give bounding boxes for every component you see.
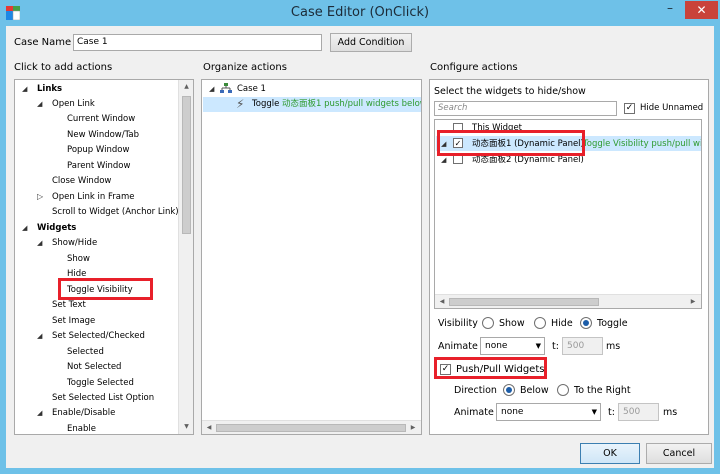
- tree-item-set-selected[interactable]: Set Selected/Checked: [52, 329, 145, 343]
- animate-label: Animate: [438, 341, 478, 352]
- tree-item-open-link-in-frame[interactable]: Open Link in Frame: [52, 190, 134, 204]
- close-button[interactable]: ✕: [685, 1, 718, 19]
- tree-item-current-window[interactable]: Current Window: [67, 112, 135, 126]
- expand-enable-disable-icon[interactable]: ◢: [37, 409, 42, 417]
- scroll-thumb[interactable]: [182, 96, 191, 234]
- expand-show-hide-icon[interactable]: ◢: [37, 239, 42, 247]
- animate2-label: Animate: [454, 407, 494, 418]
- expand-panel2-icon[interactable]: ◢: [441, 156, 446, 164]
- tree-item-scroll-to-widget[interactable]: Scroll to Widget (Anchor Link): [52, 205, 179, 219]
- tree-item-set-image[interactable]: Set Image: [52, 314, 95, 328]
- visibility-toggle-label: Toggle: [597, 318, 628, 329]
- direction-below-label: Below: [520, 385, 549, 396]
- highlight-toggle-visibility: [58, 278, 153, 300]
- ok-button[interactable]: OK: [580, 443, 640, 464]
- hide-unnamed-checkbox[interactable]: ✓: [624, 103, 635, 114]
- animate2-t-label: t:: [608, 407, 615, 418]
- chevron-down-icon: ▼: [535, 342, 541, 350]
- tree-item-open-link[interactable]: Open Link: [52, 97, 95, 111]
- tree-group-links[interactable]: Links: [37, 82, 62, 96]
- visibility-toggle-radio[interactable]: [580, 317, 592, 329]
- expand-links-icon[interactable]: ◢: [22, 85, 27, 93]
- widget-panel1-action: Toggle Visibility push/pull widg: [583, 139, 702, 149]
- direction-below-radio[interactable]: [503, 384, 515, 396]
- lightning-icon: ⚡: [236, 97, 245, 111]
- visibility-show-radio[interactable]: [482, 317, 494, 329]
- scroll-right-icon[interactable]: ▶: [409, 424, 417, 431]
- tree-item-show[interactable]: Show: [67, 252, 90, 266]
- tree-item-show-hide[interactable]: Show/Hide: [52, 236, 97, 250]
- tree-item-toggle-selected[interactable]: Toggle Selected: [67, 376, 134, 390]
- case-name-input[interactable]: Case 1: [73, 34, 322, 51]
- scroll-thumb[interactable]: [216, 424, 406, 432]
- left-vertical-scrollbar[interactable]: ▲ ▼: [178, 80, 193, 434]
- minimize-button[interactable]: –: [657, 1, 683, 19]
- hide-unnamed-label: Hide Unnamed: [640, 103, 704, 113]
- scroll-down-icon[interactable]: ▼: [179, 423, 193, 430]
- scroll-thumb[interactable]: [449, 298, 599, 306]
- case-name-label: Case Name: [14, 37, 72, 48]
- direction-right-radio[interactable]: [557, 384, 569, 396]
- tree-item-selected[interactable]: Selected: [67, 345, 104, 359]
- expand-open-link-icon[interactable]: ◢: [37, 100, 42, 108]
- tree-item-new-window[interactable]: New Window/Tab: [67, 128, 139, 142]
- tree-item-enable-disable[interactable]: Enable/Disable: [52, 406, 115, 420]
- chevron-down-icon: ▼: [591, 408, 597, 416]
- expand-widgets-icon[interactable]: ◢: [22, 224, 27, 232]
- action-target: 动态面板1 push/pull widgets below: [282, 99, 422, 109]
- animate2-select[interactable]: none ▼: [496, 403, 601, 421]
- organize-actions-panel: ◢ Case 1 ⚡ Toggle 动态面板1 push/pull widget…: [201, 79, 422, 435]
- animate-duration-input[interactable]: 500: [562, 337, 603, 355]
- expand-set-selected-icon[interactable]: ◢: [37, 332, 42, 340]
- animate2-duration-input[interactable]: 500: [618, 403, 659, 421]
- tree-group-widgets[interactable]: Widgets: [37, 221, 76, 235]
- tree-item-not-selected[interactable]: Not Selected: [67, 360, 121, 374]
- animate-unit-label: ms: [606, 341, 621, 352]
- case-label[interactable]: Case 1: [237, 82, 266, 96]
- scroll-left-icon[interactable]: ◀: [438, 298, 446, 305]
- scroll-right-icon[interactable]: ▶: [689, 298, 697, 305]
- widget-list-horizontal-scrollbar[interactable]: ◀ ▶: [435, 294, 701, 308]
- tree-item-popup-window[interactable]: Popup Window: [67, 143, 129, 157]
- right-panel-header: Configure actions: [430, 62, 518, 73]
- highlight-push-pull: [434, 357, 547, 379]
- visibility-hide-label: Hide: [551, 318, 573, 329]
- animate2-unit-label: ms: [663, 407, 678, 418]
- tree-item-enable[interactable]: Enable: [67, 422, 96, 434]
- action-row[interactable]: Toggle 动态面板1 push/pull widgets below: [252, 97, 422, 111]
- tree-item-set-text[interactable]: Set Text: [52, 298, 86, 312]
- left-panel-header: Click to add actions: [14, 62, 113, 73]
- highlight-dynamic-panel: [437, 130, 585, 156]
- tree-item-set-selected-list-option[interactable]: Set Selected List Option: [52, 391, 154, 405]
- actions-tree-panel: ◢ Links ◢ Open Link Current Window New W…: [14, 79, 194, 435]
- scroll-up-icon[interactable]: ▲: [179, 83, 193, 90]
- visibility-hide-radio[interactable]: [534, 317, 546, 329]
- tree-item-close-window[interactable]: Close Window: [52, 174, 111, 188]
- visibility-show-label: Show: [499, 318, 525, 329]
- widget-search-input[interactable]: Search: [434, 101, 617, 116]
- middle-panel-header: Organize actions: [203, 62, 287, 73]
- visibility-label: Visibility: [438, 318, 478, 329]
- direction-label: Direction: [454, 385, 497, 396]
- action-prefix: Toggle: [252, 99, 280, 109]
- add-condition-button[interactable]: Add Condition: [330, 33, 412, 52]
- animate-select[interactable]: none ▼: [480, 337, 545, 355]
- direction-right-label: To the Right: [574, 385, 631, 396]
- select-widgets-label: Select the widgets to hide/show: [434, 86, 586, 97]
- expand-case-icon[interactable]: ◢: [209, 85, 214, 93]
- middle-horizontal-scrollbar[interactable]: ◀ ▶: [202, 420, 421, 434]
- tree-item-parent-window[interactable]: Parent Window: [67, 159, 130, 173]
- cancel-button[interactable]: Cancel: [646, 443, 712, 464]
- animate-t-label: t:: [552, 341, 559, 352]
- scroll-left-icon[interactable]: ◀: [205, 424, 213, 431]
- collapsed-open-link-frame-icon[interactable]: ▷: [37, 192, 43, 201]
- window-title: Case Editor (OnClick): [290, 5, 430, 20]
- case-tree-icon: [220, 83, 232, 93]
